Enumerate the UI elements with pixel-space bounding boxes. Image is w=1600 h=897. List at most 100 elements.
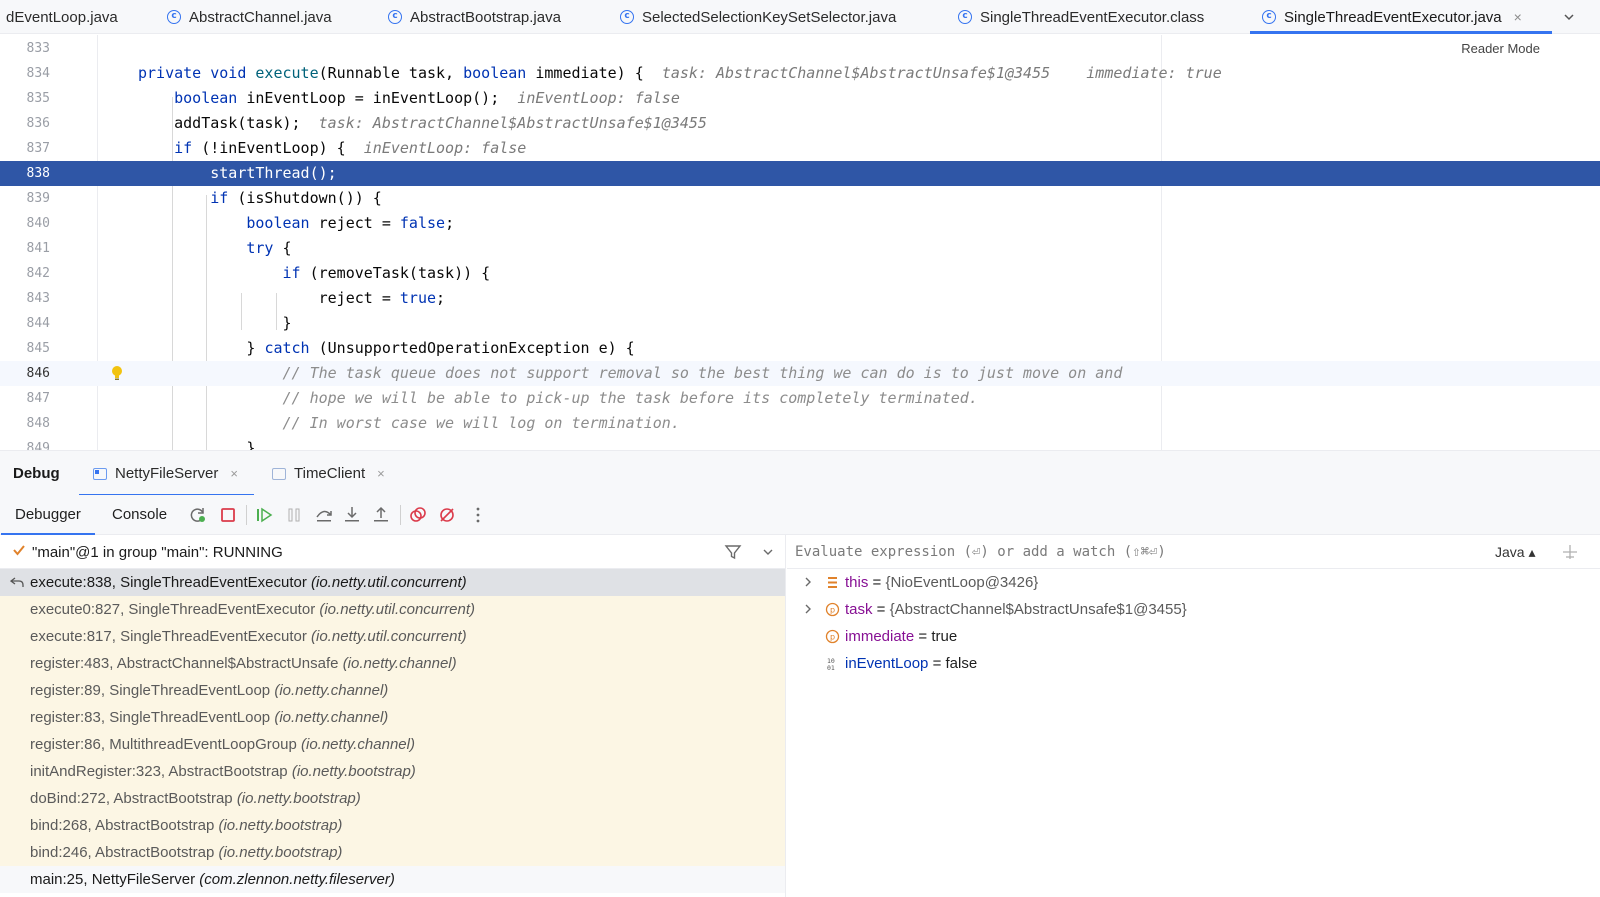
editor-tab-abstractbootstrap[interactable]: c AbstractBootstrap.java xyxy=(388,0,561,34)
add-watch-icon[interactable] xyxy=(1560,542,1580,562)
code-line[interactable]: 847 // hope we will be able to pick-up t… xyxy=(0,386,1600,411)
resume-icon[interactable] xyxy=(254,505,274,525)
variable-value: {AbstractChannel$AbstractUnsafe$1@3455} xyxy=(889,601,1187,618)
view-breakpoints-icon[interactable] xyxy=(408,505,428,525)
editor-tab-abstractchannel[interactable]: c AbstractChannel.java xyxy=(167,0,332,34)
stack-frame[interactable]: execute0:827, SingleThreadEventExecutor … xyxy=(0,596,785,623)
frame-method: bind:268, AbstractBootstrap xyxy=(30,817,215,834)
class-icon: c xyxy=(388,10,402,24)
chevron-right-icon[interactable] xyxy=(803,576,813,588)
chevron-down-icon[interactable] xyxy=(762,546,774,558)
evaluate-expression-bar: Java ▴ xyxy=(787,535,1600,569)
editor-tab-singlethreadeventexecutor-class[interactable]: c SingleThreadEventExecutor.class xyxy=(958,0,1204,34)
stack-frame[interactable]: register:83, SingleThreadEventLoop (io.n… xyxy=(0,704,785,731)
chevron-down-icon[interactable] xyxy=(1562,10,1576,24)
code-line[interactable]: 843 reject = true; xyxy=(0,286,1600,311)
close-icon[interactable]: × xyxy=(377,466,385,481)
code-line[interactable]: 844 } xyxy=(0,311,1600,336)
chevron-right-icon[interactable] xyxy=(803,603,813,615)
close-icon[interactable]: × xyxy=(1514,9,1522,25)
frames-panel: "main"@1 in group "main": RUNNING execut… xyxy=(0,535,786,897)
variable-name: task xyxy=(845,601,873,618)
code-line[interactable]: 841 try { xyxy=(0,236,1600,261)
code-line[interactable]: 836 addTask(task); task: AbstractChannel… xyxy=(0,111,1600,136)
frame-method: register:86, MultithreadEventLoopGroup xyxy=(30,736,297,753)
stack-frame[interactable]: bind:268, AbstractBootstrap (io.netty.bo… xyxy=(0,812,785,839)
step-into-icon[interactable] xyxy=(342,505,362,525)
code-line[interactable]: 845 } catch (UnsupportedOperationExcepti… xyxy=(0,336,1600,361)
line-number: 841 xyxy=(26,241,50,256)
svg-text:p: p xyxy=(830,633,835,642)
line-number: 838 xyxy=(26,166,50,181)
parameter-icon: p xyxy=(825,629,840,644)
editor-tab-label: SingleThreadEventExecutor.java xyxy=(1284,8,1502,26)
code-line[interactable]: 848 // In worst case we will log on term… xyxy=(0,411,1600,436)
code-editor[interactable]: Reader Mode 833 834 private void execute… xyxy=(0,35,1600,450)
mute-breakpoints-icon[interactable] xyxy=(437,505,457,525)
code-text: startThread(); xyxy=(210,164,337,182)
stack-frame[interactable]: register:86, MultithreadEventLoopGroup (… xyxy=(0,731,785,758)
frame-method: register:83, SingleThreadEventLoop xyxy=(30,709,271,726)
rerun-icon[interactable] xyxy=(188,505,208,525)
caret-line[interactable]: 846 // The task queue does not support r… xyxy=(0,361,1600,386)
editor-tab-eventloop[interactable]: dEventLoop.java xyxy=(6,0,118,34)
code-line[interactable]: 842 if (removeTask(task)) { xyxy=(0,261,1600,286)
pause-icon[interactable] xyxy=(284,505,304,525)
stack-frame[interactable]: main:25, NettyFileServer (com.zlennon.ne… xyxy=(0,866,785,893)
tab-debugger[interactable]: Debugger xyxy=(1,495,95,535)
code-line[interactable]: 835 boolean inEventLoop = inEventLoop();… xyxy=(0,86,1600,111)
session-tab-nettyfileserver[interactable]: NettyFileServer × xyxy=(79,451,254,496)
step-over-icon[interactable] xyxy=(314,505,334,525)
tab-console[interactable]: Console xyxy=(112,495,167,535)
variable-row[interactable]: 10 01 inEventLoop = false xyxy=(787,650,1600,677)
code-line[interactable]: 849 } xyxy=(0,436,1600,450)
stack-frame[interactable]: execute:838, SingleThreadEventExecutor (… xyxy=(0,569,785,596)
stack-frame[interactable]: execute:817, SingleThreadEventExecutor (… xyxy=(0,623,785,650)
code-comment: // hope we will be able to pick-up the t… xyxy=(282,389,978,407)
class-icon: c xyxy=(1262,10,1276,24)
execution-point-line[interactable]: 838 startThread(); xyxy=(0,161,1600,186)
frame-package: (io.netty.util.concurrent) xyxy=(311,574,467,591)
frame-package: (io.netty.channel) xyxy=(274,709,389,726)
code-text: private void execute(Runnable task, bool… xyxy=(138,64,1222,82)
line-number: 840 xyxy=(26,216,50,231)
more-options-icon[interactable] xyxy=(468,505,488,525)
stop-icon[interactable] xyxy=(218,505,238,525)
editor-tab-bar: dEventLoop.java c AbstractChannel.java c… xyxy=(0,0,1600,34)
line-number: 834 xyxy=(26,66,50,81)
code-line[interactable]: 837 if (!inEventLoop) { inEventLoop: fal… xyxy=(0,136,1600,161)
frame-method: initAndRegister:323, AbstractBootstrap xyxy=(30,763,288,780)
evaluate-expression-input[interactable] xyxy=(795,542,1435,562)
frame-method: register:483, AbstractChannel$AbstractUn… xyxy=(30,655,339,672)
code-line[interactable]: 840 boolean reject = false; xyxy=(0,211,1600,236)
thread-selector[interactable]: "main"@1 in group "main": RUNNING xyxy=(0,535,785,569)
stack-frame[interactable]: doBind:272, AbstractBootstrap (io.netty.… xyxy=(0,785,785,812)
filter-icon[interactable] xyxy=(724,543,742,561)
session-tab-label: NettyFileServer xyxy=(115,465,219,482)
close-icon[interactable]: × xyxy=(230,466,238,481)
editor-tab-singlethreadeventexecutor-java[interactable]: c SingleThreadEventExecutor.java × xyxy=(1250,0,1552,34)
variable-row[interactable]: p immediate = true xyxy=(787,623,1600,650)
stack-frame[interactable]: bind:246, AbstractBootstrap (io.netty.bo… xyxy=(0,839,785,866)
code-text: if (!inEventLoop) { inEventLoop: false xyxy=(174,139,527,157)
code-text: } catch (UnsupportedOperationException e… xyxy=(138,339,635,357)
frame-method: bind:246, AbstractBootstrap xyxy=(30,844,215,861)
frame-package: (io.netty.channel) xyxy=(301,736,415,753)
variable-row[interactable]: p task = {AbstractChannel$AbstractUnsafe… xyxy=(787,596,1600,623)
thread-label: "main"@1 in group "main": RUNNING xyxy=(32,544,283,561)
stack-frame[interactable]: initAndRegister:323, AbstractBootstrap (… xyxy=(0,758,785,785)
code-text: try { xyxy=(246,239,292,257)
variable-name: immediate xyxy=(845,628,915,645)
variable-row[interactable]: this = {NioEventLoop@3426} xyxy=(787,569,1600,596)
code-line[interactable]: 839 if (isShutdown()) { xyxy=(0,186,1600,211)
language-selector[interactable]: Java ▴ xyxy=(1495,544,1536,561)
session-tab-timeclient[interactable]: TimeClient × xyxy=(272,451,385,496)
step-out-icon[interactable] xyxy=(371,505,391,525)
code-line[interactable]: 834 private void execute(Runnable task, … xyxy=(0,61,1600,86)
editor-tab-selectedselectionkeysetselector[interactable]: c SelectedSelectionKeySetSelector.java xyxy=(620,0,896,34)
line-number: 837 xyxy=(26,141,50,156)
stack-frame[interactable]: register:89, SingleThreadEventLoop (io.n… xyxy=(0,677,785,704)
lightbulb-icon[interactable] xyxy=(110,365,124,381)
code-line[interactable]: 833 xyxy=(0,36,1600,61)
stack-frame[interactable]: register:483, AbstractChannel$AbstractUn… xyxy=(0,650,785,677)
